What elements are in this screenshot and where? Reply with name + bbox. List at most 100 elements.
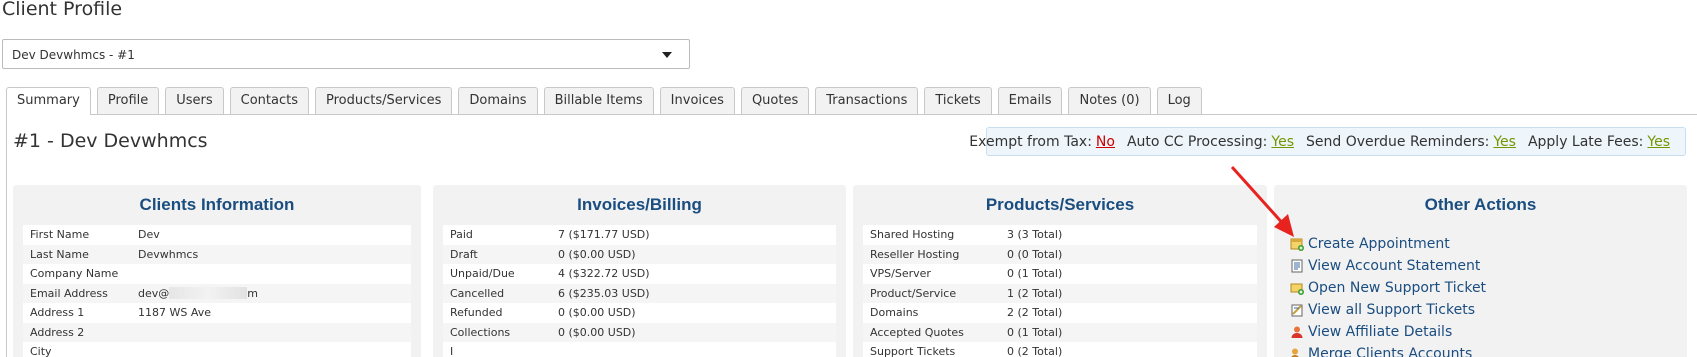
row-value: 0 (1 Total)	[1007, 325, 1063, 339]
view-account-statement-link[interactable]: View Account Statement	[1290, 255, 1486, 277]
row-label: Cancelled	[450, 286, 505, 300]
flag-exempt-tax: Exempt from Tax: No	[969, 134, 1115, 150]
panel-title: Other Actions	[1424, 195, 1537, 214]
invoices-billing-panel: Invoices/Billing Paid 7 ($171.77 USD) Dra…	[433, 185, 846, 357]
row-label: Address 1	[30, 306, 85, 320]
ticket-add-icon	[1290, 281, 1304, 295]
tab-summary[interactable]: Summary	[6, 87, 91, 115]
flag-overdue-reminders-value[interactable]: Yes	[1493, 134, 1516, 150]
row-label: VPS/Server	[870, 267, 931, 281]
flag-auto-cc-value[interactable]: Yes	[1271, 134, 1294, 150]
row-value: Devwhmcs	[138, 247, 199, 261]
row-value: Dev	[138, 228, 160, 242]
view-affiliate-details-link[interactable]: View Affiliate Details	[1290, 321, 1486, 343]
client-select-dropdown[interactable]: Dev Devwhmcs - #1	[2, 39, 690, 69]
tab-products-services[interactable]: Products/Services	[315, 87, 453, 114]
table-row: Company Name	[23, 264, 411, 284]
client-heading: #1 - Dev Devwhmcs	[13, 130, 208, 152]
row-label: Collections	[450, 325, 511, 339]
row-label: Company Name	[30, 267, 119, 281]
table-row: Product/Service 1 (2 Total)	[863, 283, 1257, 303]
email-suffix: m	[247, 286, 258, 300]
row-label: Shared Hosting	[870, 228, 955, 242]
table-row: Address 2	[23, 322, 411, 342]
merge-clients-accounts-link[interactable]: Merge Clients Accounts	[1290, 343, 1486, 357]
row-value: 0 (0 Total)	[1007, 247, 1063, 261]
open-new-support-ticket-link[interactable]: Open New Support Ticket	[1290, 277, 1486, 299]
table-row: Accepted Quotes 0 (1 Total)	[863, 322, 1257, 342]
table-row: VPS/Server 0 (1 Total)	[863, 264, 1257, 284]
row-label: Support Tickets	[870, 345, 956, 357]
affiliate-icon	[1290, 325, 1304, 339]
flag-overdue-reminders-label: Send Overdue Reminders:	[1306, 133, 1490, 150]
table-row: Shared Hosting 3 (3 Total)	[863, 225, 1257, 245]
invoices-billing-table: Paid 7 ($171.77 USD) Draft 0 ($0.00 USD) U…	[443, 225, 836, 357]
other-actions-list: Create Appointment View Account Statemen…	[1290, 233, 1486, 357]
client-select-value: Dev Devwhmcs - #1	[12, 48, 135, 62]
redacted-blur	[169, 286, 248, 299]
tab-quotes[interactable]: Quotes	[740, 87, 810, 114]
row-label: Last Name	[30, 247, 89, 261]
annotation-arrow-icon	[1230, 165, 1294, 237]
table-row: Collections 0 ($0.00 USD)	[443, 322, 836, 342]
row-label: Domains	[870, 306, 919, 320]
client-flags-bar: Exempt from Tax: No Auto CC Processing: Ye…	[969, 127, 1686, 156]
row-label: Refunded	[450, 306, 503, 320]
tab-transactions[interactable]: Transactions	[815, 87, 919, 114]
row-value: 6 ($235.03 USD)	[558, 286, 650, 300]
create-appointment-link[interactable]: Create Appointment	[1290, 233, 1486, 255]
table-row: I	[443, 342, 836, 357]
row-value: 3 (3 Total)	[1007, 228, 1063, 242]
tab-contacts[interactable]: Contacts	[229, 87, 310, 114]
flag-late-fees-value[interactable]: Yes	[1647, 134, 1670, 150]
table-row: City	[23, 342, 411, 357]
chevron-down-icon	[662, 52, 672, 58]
row-value: 0 ($0.00 USD)	[558, 325, 636, 339]
tab-emails[interactable]: Emails	[997, 87, 1063, 114]
tab-users[interactable]: Users	[165, 87, 224, 114]
tab-domains[interactable]: Domains	[458, 87, 538, 114]
flag-auto-cc-label: Auto CC Processing:	[1126, 133, 1268, 150]
client-tabs: Summary Profile Users Contacts Products/…	[6, 87, 1208, 115]
table-row: Draft 0 ($0.00 USD)	[443, 244, 836, 264]
row-value: 0 (1 Total)	[1007, 267, 1063, 281]
table-row: Email Address dev@ m	[23, 283, 411, 303]
action-label: Create Appointment	[1308, 236, 1450, 252]
email-value: dev@ m	[138, 286, 411, 300]
table-row: Unpaid/Due 4 ($322.72 USD)	[443, 264, 836, 284]
tab-notes[interactable]: Notes (0)	[1068, 87, 1151, 114]
flag-overdue-reminders: Send Overdue Reminders: Yes	[1306, 134, 1516, 150]
panel-title: Products/Services	[985, 195, 1135, 214]
row-value: 0 (2 Total)	[1007, 345, 1063, 357]
row-label: Reseller Hosting	[870, 247, 960, 261]
row-value: 4 ($322.72 USD)	[558, 267, 650, 281]
row-value: 1 (2 Total)	[1007, 286, 1063, 300]
flag-exempt-tax-value[interactable]: No	[1096, 134, 1115, 150]
panel-title: Clients Information	[139, 195, 295, 214]
table-row: Reseller Hosting 0 (0 Total)	[863, 244, 1257, 264]
tab-invoices[interactable]: Invoices	[659, 87, 735, 114]
tab-tickets[interactable]: Tickets	[924, 87, 992, 114]
row-label: City	[30, 345, 52, 357]
tab-profile[interactable]: Profile	[96, 87, 160, 114]
tab-log[interactable]: Log	[1156, 87, 1202, 114]
clients-information-panel: Clients Information First Name Dev Last N…	[13, 185, 421, 357]
row-label: Unpaid/Due	[450, 267, 515, 281]
table-row: Domains 2 (2 Total)	[863, 303, 1257, 323]
table-row: Paid 7 ($171.77 USD)	[443, 225, 836, 245]
products-services-table: Shared Hosting 3 (3 Total) Reseller Hosti…	[863, 225, 1257, 357]
flag-auto-cc: Auto CC Processing: Yes	[1127, 134, 1294, 150]
panel-title: Invoices/Billing	[577, 195, 702, 214]
table-row: Support Tickets 0 (2 Total)	[863, 342, 1257, 357]
row-label: Address 2	[30, 325, 85, 339]
row-label: Accepted Quotes	[870, 325, 964, 339]
tab-billable-items[interactable]: Billable Items	[543, 87, 654, 114]
row-label: Paid	[450, 228, 473, 242]
table-row: Refunded 0 ($0.00 USD)	[443, 303, 836, 323]
action-label: View Affiliate Details	[1308, 324, 1453, 340]
action-label: Merge Clients Accounts	[1308, 346, 1473, 357]
view-all-support-tickets-link[interactable]: View all Support Tickets	[1290, 299, 1486, 321]
clients-information-table: First Name Dev Last Name Devwhmcs Company …	[23, 225, 411, 357]
row-value: 0 ($0.00 USD)	[558, 306, 636, 320]
page-title: Client Profile	[2, 0, 123, 20]
